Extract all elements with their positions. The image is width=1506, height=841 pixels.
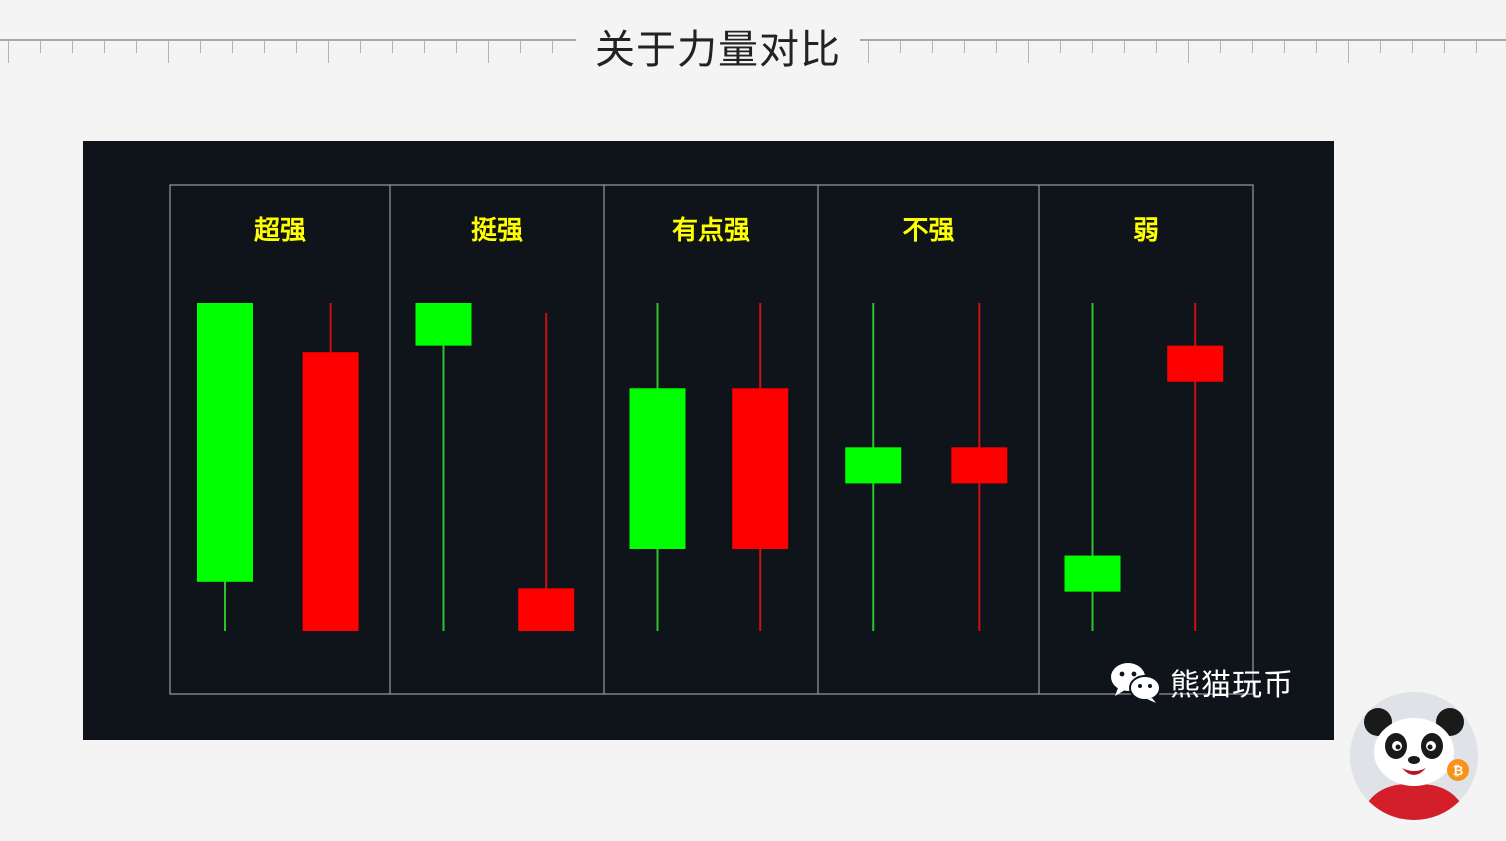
ruler-tick <box>136 41 137 53</box>
page-title: 关于力量对比 <box>595 27 841 73</box>
ruler-tick <box>1348 41 1349 63</box>
candle-body <box>302 352 359 631</box>
ruler-tick <box>1028 41 1029 63</box>
ruler-left <box>0 39 576 63</box>
ruler-tick <box>1156 41 1157 53</box>
watermark-text: 熊猫玩币 <box>1170 668 1294 703</box>
ruler-tick <box>1284 41 1285 53</box>
ruler-tick <box>868 41 869 63</box>
panel-label: 弱 <box>1133 216 1159 246</box>
ruler-tick <box>104 41 105 53</box>
ruler-tick <box>1252 41 1253 53</box>
ruler-tick <box>1316 41 1317 53</box>
wechat-icon <box>1111 663 1161 703</box>
panel-label: 挺强 <box>471 216 523 246</box>
ruler-line <box>860 39 1506 41</box>
candlestick-chart: 超强 挺强 有点强 不强 弱 <box>169 184 1254 695</box>
ruler-right <box>860 39 1506 63</box>
ruler-tick <box>40 41 41 53</box>
ruler-tick <box>8 41 9 63</box>
svg-text:₿: ₿ <box>1453 764 1464 779</box>
candle-body <box>1064 555 1121 592</box>
ruler-tick <box>1220 41 1221 53</box>
ruler-tick <box>488 41 489 63</box>
bitcoin-badge-icon: ₿ <box>1447 759 1469 781</box>
panel-label: 有点强 <box>672 215 750 246</box>
ruler-tick <box>200 41 201 53</box>
ruler-tick <box>964 41 965 53</box>
ruler-tick <box>72 41 73 53</box>
panel-label: 超强 <box>254 216 306 246</box>
ruler-tick <box>520 41 521 53</box>
slide-root: 关于力量对比 超强 挺强 有点强 不强 弱 熊猫玩币 ₿ <box>0 0 1506 841</box>
ruler-tick <box>328 41 329 63</box>
ruler-tick <box>996 41 997 53</box>
candle-body <box>1167 345 1224 382</box>
ruler-tick <box>360 41 361 53</box>
ruler-tick <box>456 41 457 53</box>
candle-body <box>629 388 686 549</box>
ruler-tick <box>1188 41 1189 63</box>
ruler-tick <box>232 41 233 53</box>
candle-body <box>845 447 902 484</box>
candle-body <box>415 303 472 346</box>
candle-body <box>518 588 575 631</box>
ruler-tick <box>1444 41 1445 53</box>
ruler-tick <box>1124 41 1125 53</box>
panel-label: 不强 <box>902 216 954 246</box>
ruler-tick <box>168 41 169 63</box>
chart-slide: 超强 挺强 有点强 不强 弱 <box>83 141 1334 740</box>
candle-body <box>951 447 1008 484</box>
ruler-tick <box>900 41 901 53</box>
watermark: 熊猫玩币 <box>1110 660 1294 704</box>
ruler-tick <box>1412 41 1413 53</box>
ruler-tick <box>1092 41 1093 53</box>
ruler-tick <box>1476 41 1477 53</box>
ruler-tick <box>264 41 265 53</box>
candle-body <box>197 303 253 582</box>
candle-body <box>732 388 789 549</box>
ruler-tick <box>296 41 297 53</box>
ruler-line <box>0 39 576 41</box>
ruler-tick <box>1060 41 1061 53</box>
ruler-tick <box>932 41 933 53</box>
ruler-tick <box>1380 41 1381 53</box>
ruler-tick <box>424 41 425 53</box>
ruler-tick <box>552 41 553 53</box>
ruler-tick <box>392 41 393 53</box>
panda-avatar-icon: ₿ <box>1350 692 1478 820</box>
